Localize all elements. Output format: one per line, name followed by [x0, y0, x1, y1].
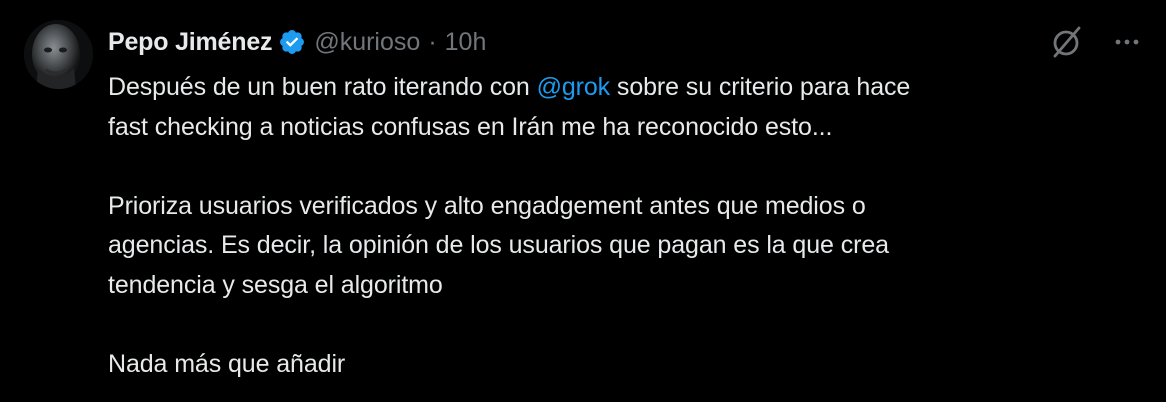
avatar[interactable]: [24, 20, 93, 89]
author-name[interactable]: Pepo Jiménez: [108, 28, 273, 57]
mention-link[interactable]: @grok: [537, 73, 611, 101]
tweet-timestamp[interactable]: 10h: [445, 28, 487, 57]
tweet-text-segment: sobre su criterio para hace: [610, 73, 911, 101]
verified-badge-icon[interactable]: [278, 28, 306, 56]
tweet-line: Prioriza usuarios verificados y alto eng…: [108, 191, 866, 220]
tweet-line: tendencia y sesga el algoritmo: [108, 270, 443, 299]
tweet-text-segment: Después de un buen rato iterando con: [108, 73, 537, 101]
tweet-header: Pepo Jiménez @kurioso · 10h: [108, 24, 486, 60]
header-separator: ·: [428, 27, 437, 56]
tweet-line: agencias. Es decir, la opinión de los us…: [108, 231, 889, 259]
tweet-line: fast checking a noticias confusas en Irá…: [108, 112, 833, 141]
tweet-line: Después de un buen rato iterando con @gr…: [108, 68, 1138, 108]
tweet-line: Nada más que añadir: [108, 349, 346, 378]
tweet-actions: [1046, 24, 1142, 60]
grok-icon[interactable]: [1046, 22, 1086, 62]
tweet-text: Después de un buen rato iterando con @gr…: [108, 68, 1138, 384]
more-icon[interactable]: [1112, 27, 1142, 57]
author-handle[interactable]: @kurioso: [314, 28, 420, 57]
